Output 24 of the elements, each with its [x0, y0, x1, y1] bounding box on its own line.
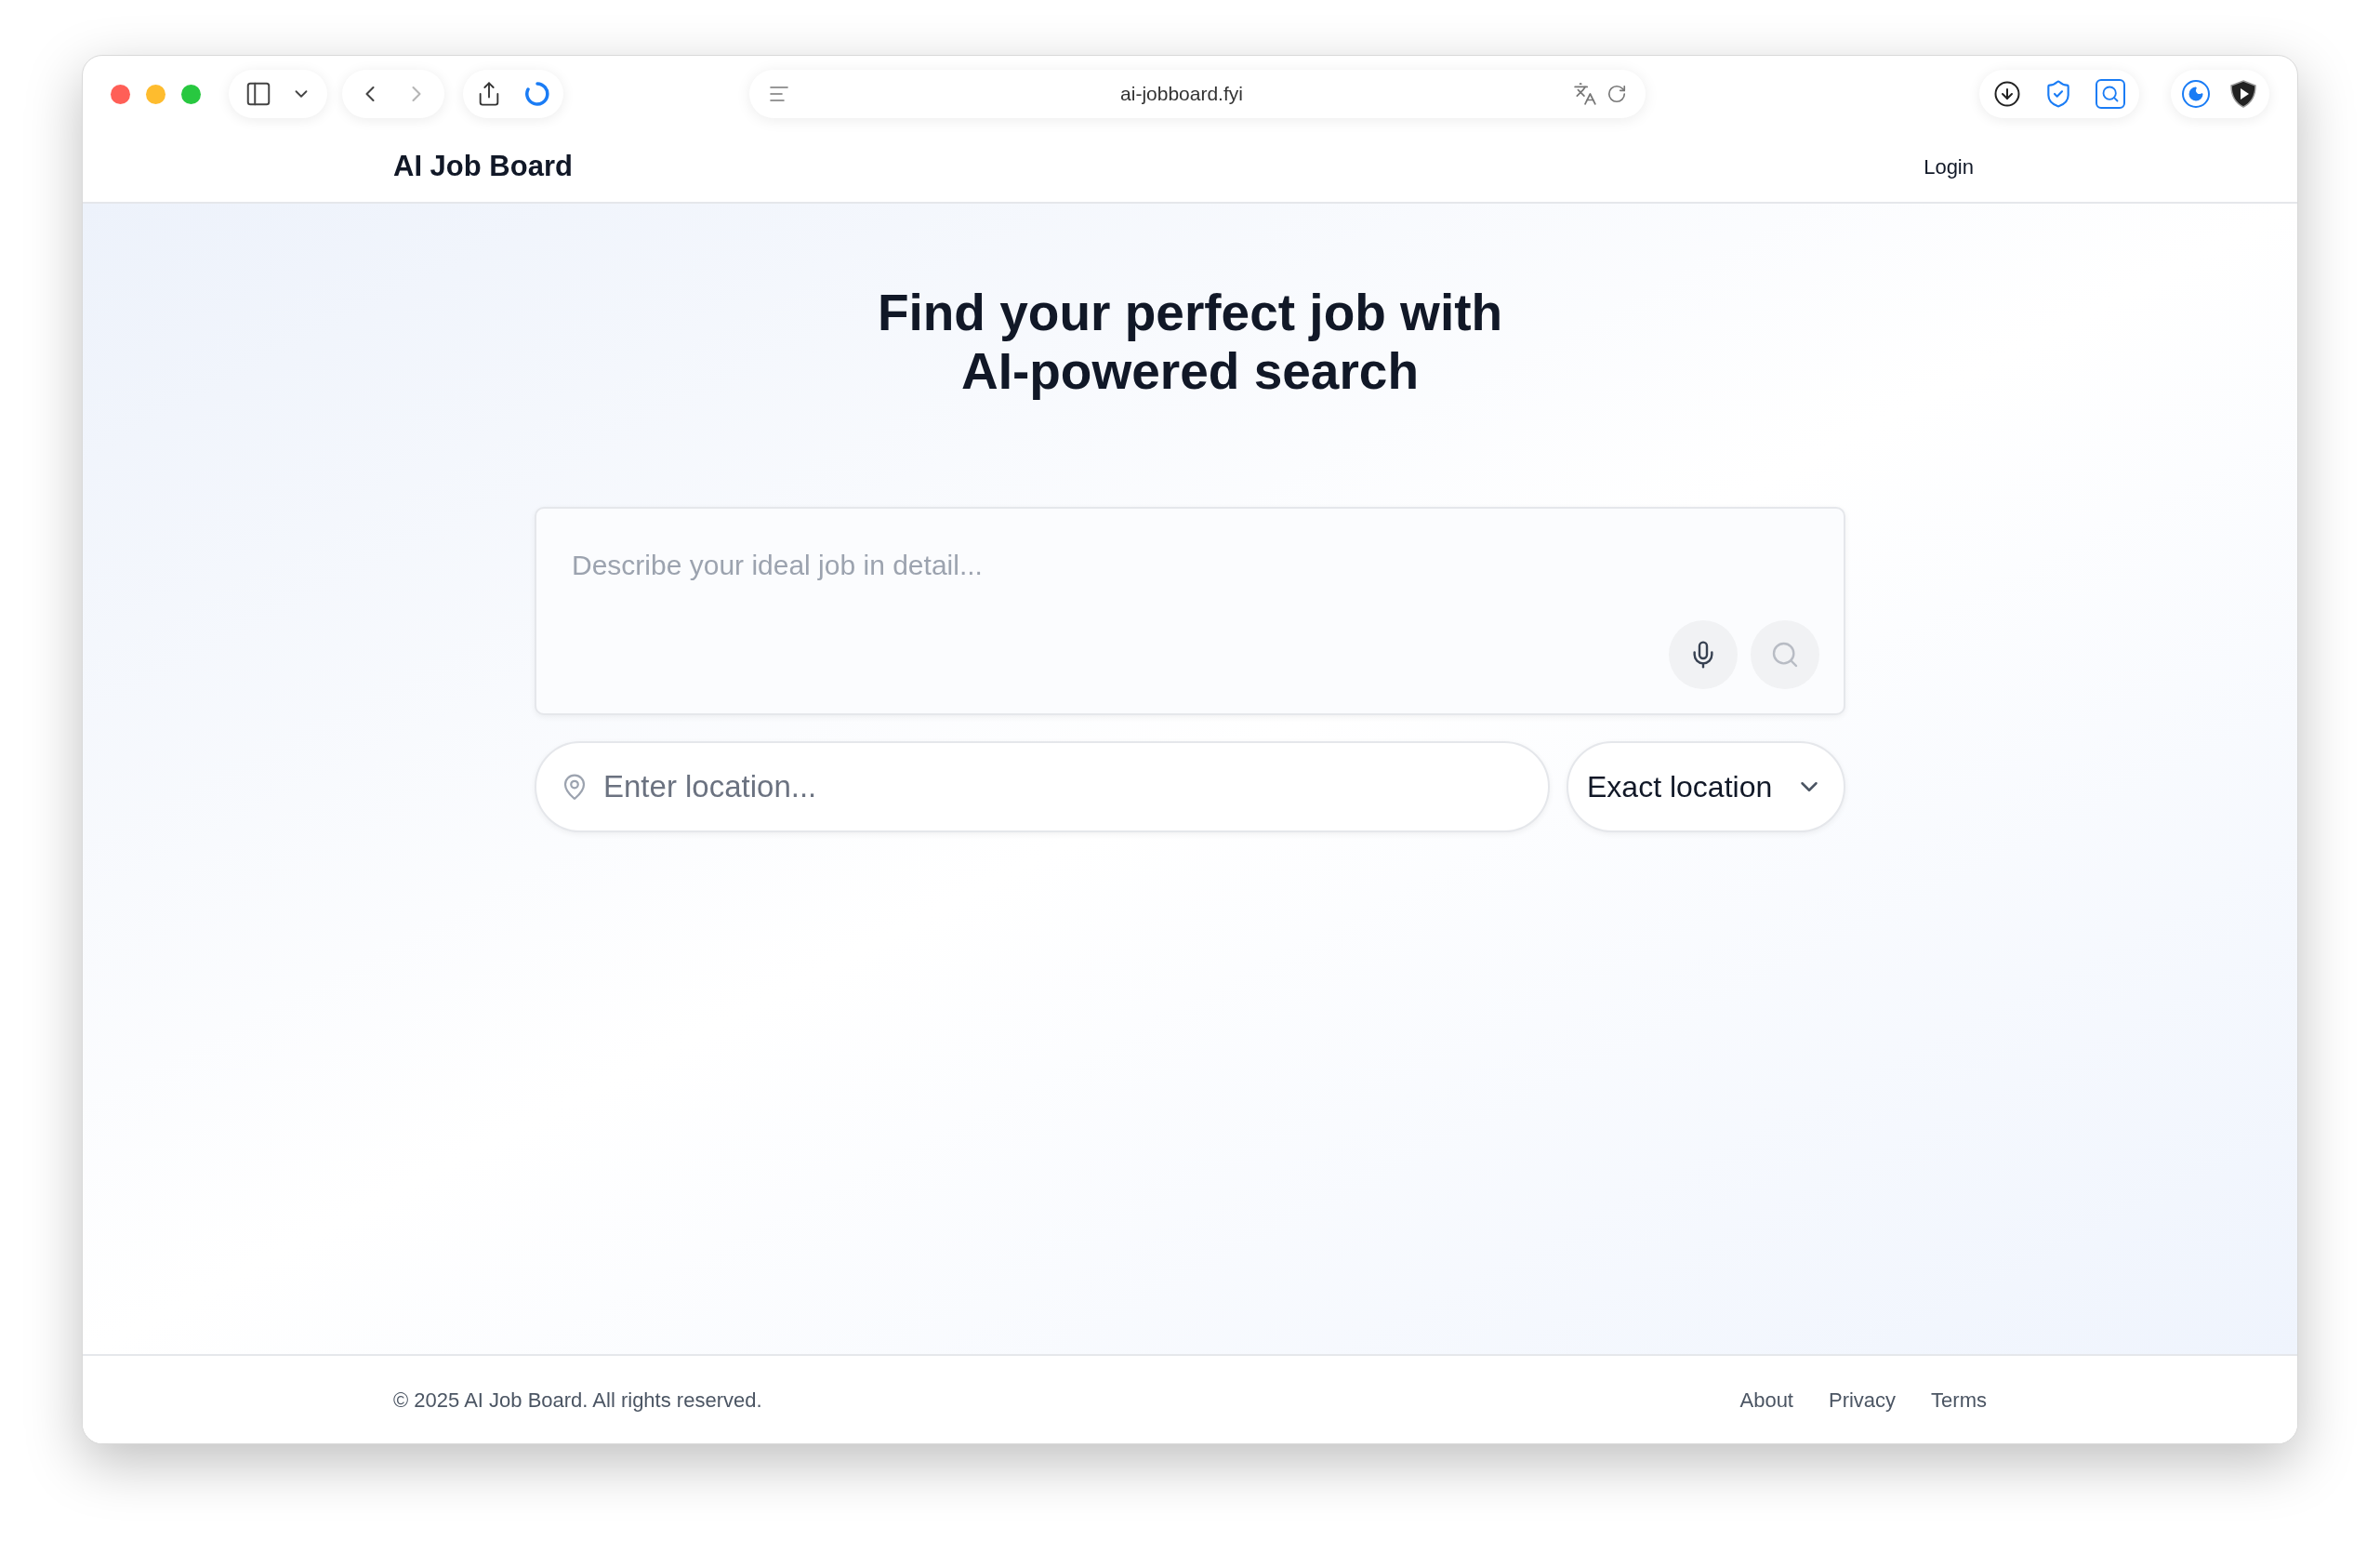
moon-icon[interactable] — [2182, 80, 2210, 108]
sidebar-icon[interactable] — [245, 80, 272, 108]
close-window-button[interactable] — [111, 84, 130, 104]
search-icon — [1770, 640, 1800, 670]
footer-link[interactable]: About — [1739, 1384, 1793, 1415]
search-square-icon[interactable] — [2096, 79, 2125, 109]
login-link[interactable]: Login — [1924, 152, 1974, 182]
location-input-box[interactable]: Enter location... — [535, 741, 1550, 832]
job-description-field[interactable]: Describe your ideal job in detail... — [572, 544, 1808, 620]
job-search-box[interactable]: Describe your ideal job in detail... — [535, 507, 1845, 715]
footer-link[interactable]: Privacy — [1829, 1384, 1897, 1415]
shield-play-icon[interactable] — [2228, 79, 2258, 109]
translate-icon[interactable] — [1573, 82, 1597, 106]
loading-spinner-icon — [524, 81, 550, 107]
location-field[interactable]: Enter location... — [603, 764, 1524, 810]
download-icon[interactable] — [1993, 80, 2021, 108]
site-logo[interactable]: AI Job Board — [393, 145, 573, 189]
url-text: ai-jobboard.fyi — [1119, 82, 1244, 107]
reload-icon[interactable] — [1606, 84, 1627, 104]
location-mode-dropdown[interactable]: Exact location — [1567, 741, 1845, 832]
hero-heading: Find your perfect job with AI-powered search — [877, 284, 1503, 401]
address-bar[interactable]: ai-jobboard.fyi — [749, 70, 1646, 118]
footer-link[interactable]: Terms — [1931, 1384, 1987, 1415]
copyright-text: © 2025 AI Job Board. All rights reserved. — [393, 1387, 762, 1414]
